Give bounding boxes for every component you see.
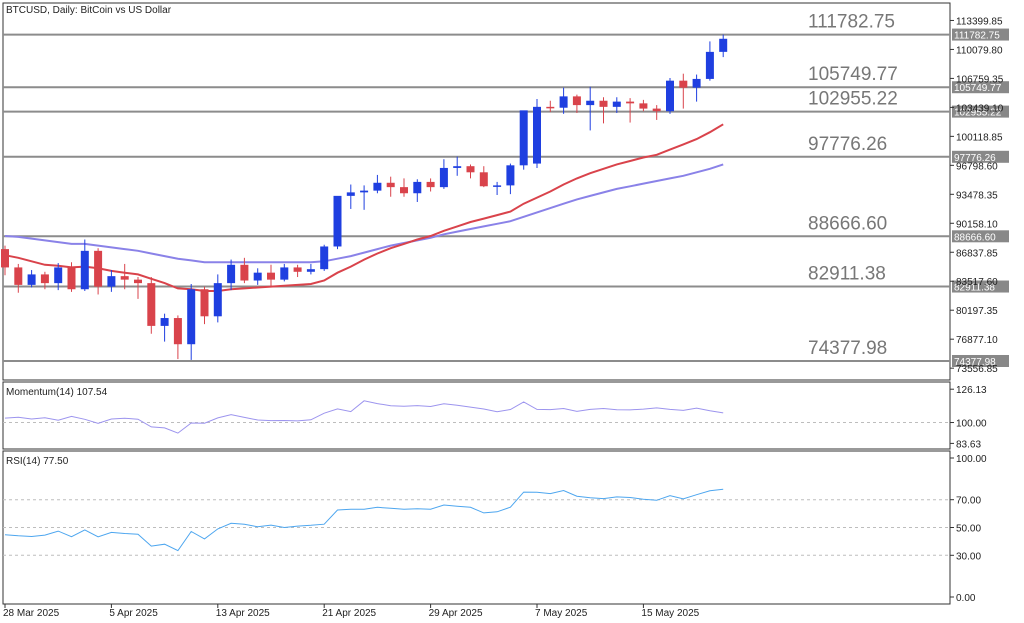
price-tick-label: 110079.80 <box>956 45 1003 56</box>
candle-body <box>134 279 142 284</box>
candle-body <box>386 182 395 188</box>
candle-body <box>213 283 222 317</box>
candle-body <box>639 103 648 109</box>
candle-body <box>27 274 36 285</box>
candle-body <box>200 289 209 317</box>
rsi-tick-label: 100.00 <box>956 454 987 465</box>
candle-body <box>280 267 289 280</box>
date-tick-label: 15 May 2025 <box>641 608 699 619</box>
price-tick-label: 103439.10 <box>956 103 1004 114</box>
candle-body <box>666 80 674 112</box>
price-tick-label: 73556.85 <box>956 364 998 375</box>
candle-body <box>120 276 129 280</box>
candle-body <box>80 250 89 290</box>
rsi-tick-label: 70.00 <box>956 496 981 507</box>
chart-title: BTCUSD, Daily: BitCoin vs US Dollar <box>6 5 172 16</box>
candle-body <box>267 272 275 280</box>
candle-body <box>679 80 688 88</box>
candle-body <box>519 110 528 166</box>
candle-body <box>187 289 196 345</box>
level-price-tag-text: 88666.60 <box>954 232 996 243</box>
price-tick-label: 90158.10 <box>956 219 998 230</box>
level-label: 88666.60 <box>808 213 887 234</box>
price-tick-label: 113399.85 <box>956 16 1003 27</box>
momentum-tick-label: 126.13 <box>956 385 987 396</box>
rsi-tick-label: 0.00 <box>956 593 976 604</box>
candle-body <box>533 106 541 164</box>
level-price-tag-text: 111782.75 <box>954 31 1000 42</box>
candle-body <box>373 182 382 191</box>
candle-body <box>40 274 49 284</box>
rsi-title: RSI(14) 77.50 <box>6 456 69 467</box>
candle-body <box>14 267 23 285</box>
price-tick-label: 83517.60 <box>956 277 998 288</box>
candle-body <box>599 100 608 107</box>
price-tick-label: 86837.85 <box>956 248 998 259</box>
candle-body <box>705 51 714 79</box>
date-tick-label: 13 Apr 2025 <box>216 608 270 619</box>
candle-body <box>320 246 329 270</box>
candle-body <box>413 181 422 194</box>
momentum-title: Momentum(14) 107.54 <box>6 387 108 398</box>
candle-body <box>652 108 661 112</box>
candle-body <box>54 267 63 284</box>
candle-body <box>626 101 635 104</box>
candle-body <box>306 269 315 272</box>
rsi-tick-label: 30.00 <box>956 551 981 562</box>
candle-body <box>173 318 182 345</box>
candle-body <box>346 192 355 196</box>
panel-frame-1 <box>2 2 951 381</box>
candle-body <box>426 181 435 188</box>
candle-body <box>360 190 369 193</box>
price-tick-label: 93478.35 <box>956 190 998 201</box>
level-label: 105749.77 <box>808 64 898 85</box>
candle-body <box>400 187 408 194</box>
level-label: 102955.22 <box>808 89 898 110</box>
candle-body <box>546 106 555 109</box>
candle-body <box>253 272 262 281</box>
momentum-tick-label: 100.00 <box>956 419 987 430</box>
candle-body <box>293 267 302 272</box>
candle-body <box>147 283 156 326</box>
date-tick-label: 5 Apr 2025 <box>109 608 158 619</box>
candle-body <box>719 38 728 52</box>
level-label: 82911.38 <box>808 264 886 285</box>
candle-body <box>67 267 76 290</box>
candle-body <box>439 167 448 188</box>
chart-canvas: 111782.75111782.75105749.77105749.771029… <box>1 2 1009 619</box>
price-tick-label: 80197.35 <box>956 306 998 317</box>
candle-body <box>1 249 9 268</box>
candle-body <box>333 195 342 247</box>
candle-body <box>493 185 502 187</box>
price-tick-label: 100118.85 <box>956 132 1003 143</box>
candle-body <box>506 165 515 186</box>
momentum-tick-label: 83.63 <box>956 439 981 450</box>
panel-frame-2 <box>2 381 951 450</box>
price-tick-label: 76877.10 <box>956 335 998 346</box>
candle-body <box>586 100 595 106</box>
date-tick-label: 28 Mar 2025 <box>3 608 60 619</box>
candle-body <box>466 166 475 173</box>
price-tick-label: 106759.35 <box>956 74 1004 85</box>
candle-body <box>692 78 701 88</box>
level-label: 97776.26 <box>808 134 887 155</box>
level-label: 74377.98 <box>808 338 887 359</box>
candle-body <box>107 276 116 287</box>
date-tick-label: 7 May 2025 <box>535 608 588 619</box>
candle-body <box>94 250 103 287</box>
candle-body <box>160 318 169 326</box>
date-tick-label: 29 Apr 2025 <box>429 608 483 619</box>
candle-body <box>240 264 249 281</box>
rsi-tick-label: 50.00 <box>956 524 981 535</box>
candle-body <box>453 166 462 168</box>
candle-body <box>479 172 488 187</box>
candle-body <box>572 96 581 106</box>
price-tick-label: 96798.60 <box>956 161 998 172</box>
candle-body <box>227 264 236 284</box>
candle-body <box>612 101 621 107</box>
date-tick-label: 21 Apr 2025 <box>322 608 376 619</box>
level-label: 111782.75 <box>808 12 895 33</box>
candle-body <box>559 96 568 108</box>
